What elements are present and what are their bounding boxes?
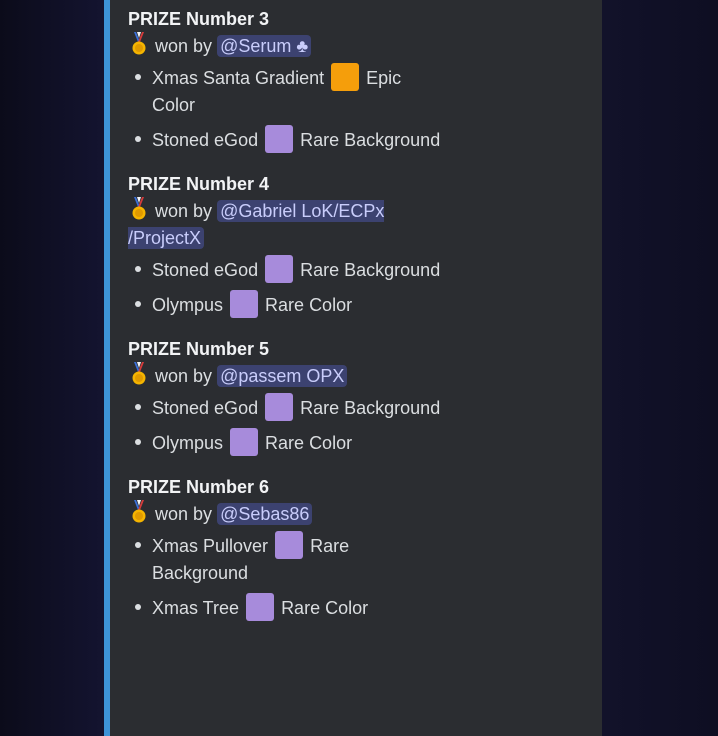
medal-icon bbox=[128, 362, 150, 390]
won-by-label: won by bbox=[155, 36, 213, 56]
item-name: Olympus bbox=[152, 295, 224, 315]
prize-block: PRIZE Number 6 won by @Sebas86 Xmas Pullo… bbox=[128, 474, 448, 622]
prize-title: PRIZE Number 5 bbox=[128, 339, 270, 359]
background-right bbox=[602, 0, 718, 736]
winner-line: won by @Gabriel LoK/ECPx /ProjectX bbox=[128, 197, 448, 252]
rarity-swatch-icon bbox=[265, 125, 294, 153]
embed-accent-bar bbox=[104, 0, 110, 736]
user-mention[interactable]: @Sebas86 bbox=[217, 503, 313, 525]
prize-item: Olympus Rare Color bbox=[135, 428, 448, 457]
medal-icon bbox=[128, 32, 150, 60]
background-left bbox=[0, 0, 104, 736]
won-by-label: won by bbox=[155, 504, 213, 524]
item-name: Stoned eGod bbox=[152, 260, 259, 280]
item-rarity: Rare Color bbox=[281, 598, 369, 618]
rarity-swatch-icon bbox=[331, 63, 360, 91]
medal-icon bbox=[128, 500, 150, 528]
item-name: Xmas Santa Gradient bbox=[152, 68, 325, 88]
item-rarity: Rare Color bbox=[265, 433, 353, 453]
winner-line: won by @Serum ♣ bbox=[128, 32, 448, 60]
rarity-swatch-icon bbox=[230, 428, 259, 456]
item-name: Xmas Pullover bbox=[152, 536, 269, 556]
item-name: Stoned eGod bbox=[152, 130, 259, 150]
prize-title: PRIZE Number 4 bbox=[128, 174, 270, 194]
user-mention[interactable]: @Serum ♣ bbox=[217, 35, 312, 57]
won-by-label: won by bbox=[155, 201, 213, 221]
rarity-swatch-icon bbox=[230, 290, 259, 318]
rarity-swatch-icon bbox=[265, 393, 294, 421]
prize-item-list: Stoned eGod Rare Background Olympus Rare … bbox=[128, 255, 448, 319]
won-by-label: won by bbox=[155, 366, 213, 386]
winner-line: won by @passem OPX bbox=[128, 362, 448, 390]
prize-item: Xmas Pullover Rare Background bbox=[135, 531, 448, 587]
prize-item: Stoned eGod Rare Background bbox=[135, 393, 448, 422]
prize-title: PRIZE Number 6 bbox=[128, 477, 270, 497]
user-mention[interactable]: @passem OPX bbox=[217, 365, 348, 387]
prize-item: Xmas Tree Rare Color bbox=[135, 593, 448, 622]
embed-content: PRIZE Number 3 won by @Serum ♣ Xmas Santa… bbox=[128, 6, 448, 639]
prize-item-list: Stoned eGod Rare Background Olympus Rare … bbox=[128, 393, 448, 457]
rarity-swatch-icon bbox=[275, 531, 304, 559]
item-name: Stoned eGod bbox=[152, 398, 259, 418]
item-rarity: Rare Background bbox=[300, 130, 441, 150]
message-embed: PRIZE Number 3 won by @Serum ♣ Xmas Santa… bbox=[104, 0, 602, 736]
prize-block: PRIZE Number 4 won by @Gabriel LoK/ECPx … bbox=[128, 171, 448, 319]
rarity-swatch-icon bbox=[246, 593, 275, 621]
item-name: Xmas Tree bbox=[152, 598, 240, 618]
prize-block: PRIZE Number 3 won by @Serum ♣ Xmas Santa… bbox=[128, 6, 448, 154]
item-rarity: Rare Background bbox=[300, 398, 441, 418]
prize-item: Stoned eGod Rare Background bbox=[135, 255, 448, 284]
prize-title: PRIZE Number 3 bbox=[128, 9, 270, 29]
winner-line: won by @Sebas86 bbox=[128, 500, 448, 528]
prize-item: Olympus Rare Color bbox=[135, 290, 448, 319]
prize-item-list: Xmas Santa Gradient Epic Color Stoned eGo… bbox=[128, 63, 448, 154]
prize-item: Xmas Santa Gradient Epic Color bbox=[135, 63, 448, 119]
medal-icon bbox=[128, 197, 150, 225]
rarity-swatch-icon bbox=[265, 255, 294, 283]
item-name: Olympus bbox=[152, 433, 224, 453]
prize-block: PRIZE Number 5 won by @passem OPX Stoned … bbox=[128, 336, 448, 457]
item-rarity: Rare Background bbox=[300, 260, 441, 280]
prize-item-list: Xmas Pullover Rare Background Xmas Tree R… bbox=[128, 531, 448, 622]
item-rarity: Rare Color bbox=[265, 295, 353, 315]
prize-item: Stoned eGod Rare Background bbox=[135, 125, 448, 154]
